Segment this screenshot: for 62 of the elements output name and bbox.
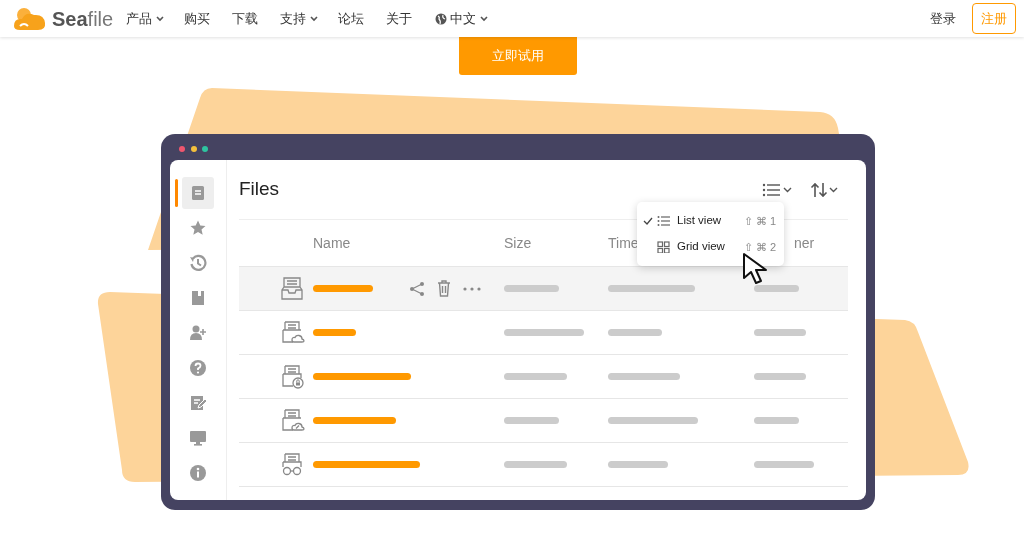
language-selector[interactable]: 中文 bbox=[435, 8, 489, 29]
window-dot bbox=[179, 146, 185, 152]
text-placeholder bbox=[754, 417, 799, 424]
inbox-icon bbox=[280, 276, 305, 301]
text-placeholder bbox=[504, 417, 559, 424]
text-placeholder bbox=[504, 373, 567, 380]
text-placeholder bbox=[504, 285, 559, 292]
login-link[interactable]: 登录 bbox=[930, 8, 956, 29]
help-icon bbox=[189, 359, 207, 377]
shortcut-text: ⇧ ⌘ 2 bbox=[743, 239, 776, 255]
column-header: Time bbox=[608, 234, 639, 251]
page-title: Files bbox=[239, 177, 280, 202]
glasses-icon bbox=[280, 452, 305, 477]
logo-icon[interactable] bbox=[12, 5, 48, 32]
table-row[interactable] bbox=[239, 267, 848, 311]
caret-icon bbox=[480, 15, 489, 22]
edit-icon bbox=[189, 394, 207, 412]
text-placeholder bbox=[608, 461, 668, 468]
text-placeholder bbox=[754, 329, 806, 336]
locked-library-icon bbox=[280, 364, 305, 389]
nav-link[interactable]: 产品 bbox=[126, 8, 185, 29]
history-icon bbox=[189, 254, 207, 272]
share-icon[interactable] bbox=[409, 280, 425, 297]
book-icon bbox=[189, 289, 207, 307]
nav-link[interactable]: 下载 bbox=[232, 8, 281, 29]
trash-icon[interactable] bbox=[437, 280, 451, 297]
file-name-placeholder bbox=[313, 285, 373, 292]
list-icon bbox=[657, 215, 670, 227]
text-placeholder bbox=[754, 461, 814, 468]
globe-icon bbox=[435, 12, 448, 25]
monitor-icon bbox=[189, 429, 207, 447]
text-placeholder bbox=[754, 285, 799, 292]
brand-name[interactable]: Seafile bbox=[52, 3, 114, 34]
nav-link[interactable]: 论坛 bbox=[338, 8, 387, 29]
text-placeholder bbox=[608, 373, 680, 380]
text-placeholder bbox=[504, 461, 567, 468]
column-header: ner bbox=[794, 234, 815, 251]
nav-link[interactable]: 购买 bbox=[184, 8, 233, 29]
star-icon bbox=[189, 219, 207, 237]
grid-icon bbox=[657, 241, 670, 253]
column-header: Name bbox=[313, 234, 351, 251]
window-dot bbox=[191, 146, 197, 152]
sort-button[interactable] bbox=[810, 181, 840, 198]
cloud-edit-icon bbox=[280, 408, 305, 433]
file-icon bbox=[189, 184, 207, 202]
menu-item[interactable]: List view ⇧ ⌘ 1 bbox=[637, 208, 784, 234]
shortcut-text: ⇧ ⌘ 1 bbox=[743, 213, 776, 229]
nav-link[interactable]: 支持 bbox=[280, 8, 339, 29]
add-user-icon bbox=[189, 324, 207, 342]
sidebar-item[interactable] bbox=[182, 177, 214, 209]
window-dot bbox=[202, 146, 208, 152]
more-icon[interactable] bbox=[463, 286, 481, 291]
view-mode-button[interactable] bbox=[762, 182, 794, 197]
column-header: Size bbox=[504, 234, 532, 251]
cloud-library-icon bbox=[280, 320, 305, 345]
menu-item[interactable]: Grid view ⇧ ⌘ 2 bbox=[637, 234, 784, 260]
text-placeholder bbox=[754, 373, 806, 380]
nav-link[interactable]: 关于 bbox=[386, 8, 436, 29]
active-indicator bbox=[175, 179, 178, 207]
text-placeholder bbox=[608, 329, 662, 336]
info-icon bbox=[189, 464, 207, 482]
file-name-placeholder bbox=[313, 329, 356, 336]
